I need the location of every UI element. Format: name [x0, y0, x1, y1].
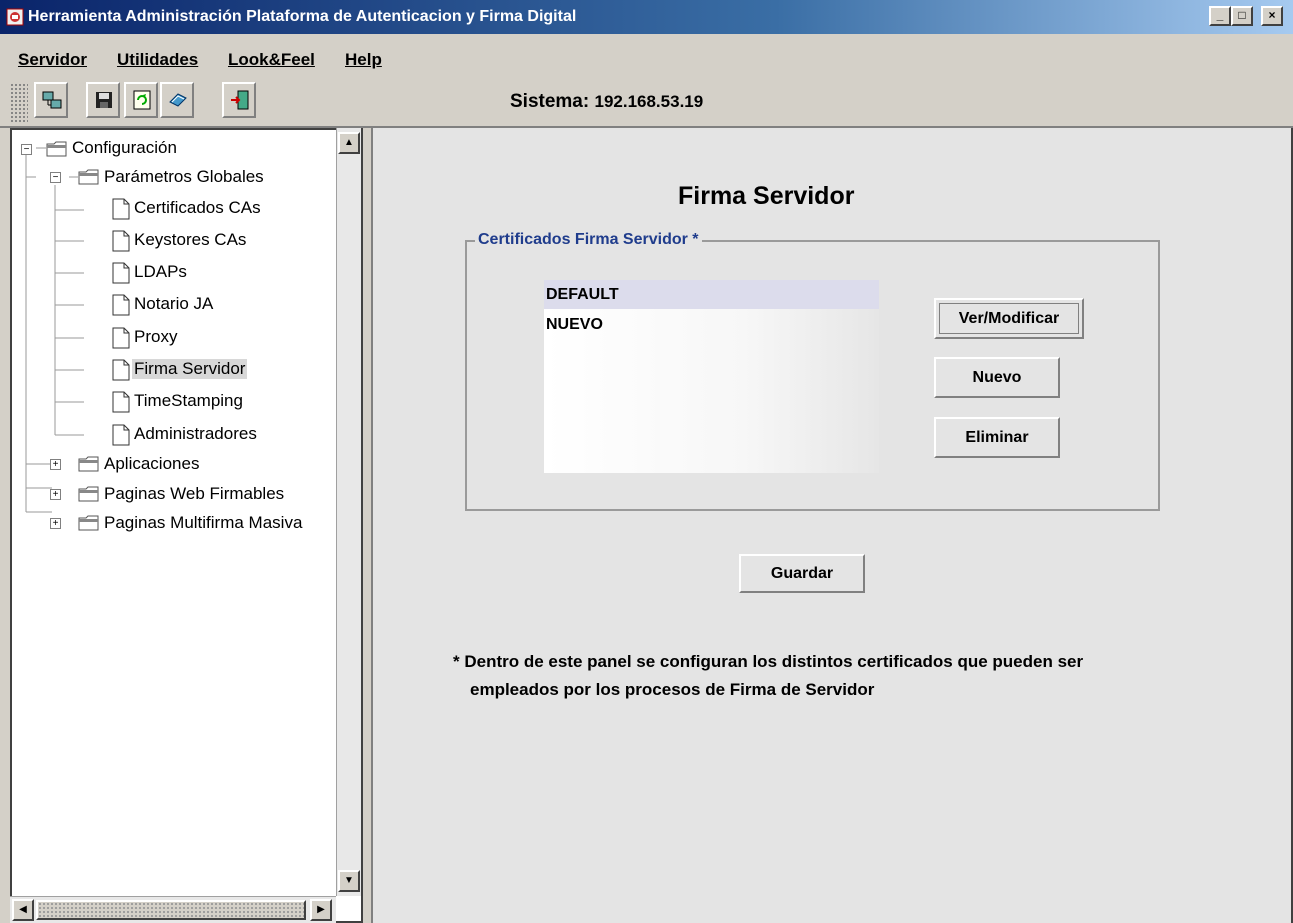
folder-icon: [46, 141, 67, 157]
tree-node-notario-ja[interactable]: Notario JA: [84, 292, 344, 318]
menu-lookandfeel[interactable]: Look&Feel: [228, 50, 315, 70]
tree-node-firma-servidor[interactable]: Firma Servidor: [84, 357, 344, 383]
list-item[interactable]: DEFAULT: [544, 280, 879, 309]
document-icon: [112, 262, 130, 284]
panel-title: Firma Servidor: [678, 182, 855, 210]
collapse-icon[interactable]: −: [50, 172, 61, 183]
tree-horizontal-scrollbar[interactable]: ◀ ▶: [10, 896, 336, 923]
document-icon: [112, 294, 130, 316]
collapse-icon[interactable]: −: [21, 144, 32, 155]
tree-node-certificados-cas[interactable]: Certificados CAs: [84, 196, 344, 222]
document-icon: [112, 391, 130, 413]
tree-node-ldaps[interactable]: LDAPs: [84, 260, 344, 286]
tree-node-timestamping[interactable]: TimeStamping: [84, 389, 344, 415]
tree-label: Paginas Multifirma Masiva: [104, 513, 303, 532]
expand-icon[interactable]: +: [50, 459, 61, 470]
help-note: * Dentro de este panel se configuran los…: [453, 648, 1253, 704]
refresh-button[interactable]: [124, 82, 158, 118]
certificates-group: Certificados Firma Servidor * DEFAULT NU…: [465, 231, 1160, 511]
scroll-up-arrow-icon[interactable]: ▲: [338, 132, 360, 154]
system-label: Sistema:: [510, 91, 590, 112]
menu-bar: Servidor Utilidades Look&Feel Help: [0, 34, 1293, 76]
expand-icon[interactable]: +: [50, 518, 61, 529]
tree-node-parametros-globales[interactable]: − Parámetros Globales: [12, 165, 342, 191]
tree-node-aplicaciones[interactable]: + Aplicaciones: [12, 452, 342, 478]
close-button[interactable]: ×: [1261, 6, 1283, 26]
note-line-1: * Dentro de este panel se configuran los…: [453, 652, 1084, 671]
folder-icon: [78, 486, 99, 502]
connect-icon: [42, 91, 62, 109]
tree-label: Configuración: [72, 138, 177, 157]
exit-door-icon: [231, 90, 249, 110]
scroll-left-arrow-icon[interactable]: ◀: [12, 899, 34, 921]
save-button[interactable]: [86, 82, 120, 118]
scroll-down-arrow-icon[interactable]: ▼: [338, 870, 360, 892]
document-icon: [112, 198, 130, 220]
menu-utilidades[interactable]: Utilidades: [117, 50, 198, 70]
document-icon: [112, 424, 130, 446]
scroll-right-arrow-icon[interactable]: ▶: [310, 899, 332, 921]
maximize-button[interactable]: □: [1231, 6, 1253, 26]
expand-icon[interactable]: +: [50, 489, 61, 500]
scroll-thumb[interactable]: [36, 900, 306, 920]
tree-node-proxy[interactable]: Proxy: [84, 325, 344, 351]
list-item[interactable]: NUEVO: [544, 310, 879, 339]
view-modify-button[interactable]: Ver/Modificar: [934, 298, 1084, 339]
system-info: Sistema: 192.168.53.19: [510, 91, 703, 113]
note-line-2: empleados por los procesos de Firma de S…: [470, 680, 875, 699]
main-panel: Firma Servidor Certificados Firma Servid…: [373, 128, 1293, 923]
tree-label: LDAPs: [134, 262, 187, 281]
tree-label: Aplicaciones: [104, 454, 200, 473]
tree-node-keystores-cas[interactable]: Keystores CAs: [84, 228, 344, 254]
window-title: Herramienta Administración Plataforma de…: [28, 8, 577, 25]
tree-label: Proxy: [134, 327, 178, 346]
book-button[interactable]: [160, 82, 194, 118]
folder-icon: [78, 515, 99, 531]
tree-node-configuracion[interactable]: − Configuración: [12, 136, 342, 162]
folder-icon: [78, 456, 99, 472]
document-icon: [112, 327, 130, 349]
tree-label: Certificados CAs: [134, 198, 261, 217]
tree-node-paginas-multifirma-masiva[interactable]: + Paginas Multifirma Masiva: [12, 511, 342, 537]
tree-label: Administradores: [134, 424, 257, 443]
toolbar: Sistema: 192.168.53.19: [0, 76, 1293, 128]
folder-icon: [78, 169, 99, 185]
split-pane-divider[interactable]: [363, 128, 373, 923]
toolbar-grip[interactable]: [10, 83, 28, 123]
app-icon: [6, 8, 24, 26]
tree-label: TimeStamping: [134, 391, 243, 410]
refresh-icon: [133, 90, 151, 110]
system-ip: 192.168.53.19: [594, 92, 704, 111]
book-icon: [169, 93, 187, 107]
tree-node-administradores[interactable]: Administradores: [84, 422, 344, 448]
tree-label: Paginas Web Firmables: [104, 484, 285, 503]
certificates-list[interactable]: DEFAULT NUEVO: [544, 280, 879, 473]
tree-label: Notario JA: [134, 294, 214, 313]
tree-label: Keystores CAs: [134, 230, 247, 249]
tree-label: Firma Servidor: [132, 359, 248, 379]
tree-label: Parámetros Globales: [104, 167, 264, 186]
exit-button[interactable]: [222, 82, 256, 118]
tree-node-paginas-web-firmables[interactable]: + Paginas Web Firmables: [12, 482, 342, 508]
save-icon: [96, 92, 112, 108]
connect-button[interactable]: [34, 82, 68, 118]
menu-servidor[interactable]: Servidor: [18, 50, 87, 70]
save-button[interactable]: Guardar: [739, 554, 865, 593]
document-icon: [112, 230, 130, 252]
minimize-button[interactable]: _: [1209, 6, 1231, 26]
group-title: Certificados Firma Servidor *: [475, 231, 702, 249]
new-button[interactable]: Nuevo: [934, 357, 1060, 398]
document-icon: [112, 359, 130, 381]
navigation-tree[interactable]: − Configuración − Parámetros Globales Ce…: [10, 128, 363, 923]
tree-vertical-scrollbar[interactable]: ▲ ▼: [336, 128, 361, 896]
delete-button[interactable]: Eliminar: [934, 417, 1060, 458]
menu-help[interactable]: Help: [345, 50, 382, 70]
title-bar: Herramienta Administración Plataforma de…: [0, 0, 1293, 34]
